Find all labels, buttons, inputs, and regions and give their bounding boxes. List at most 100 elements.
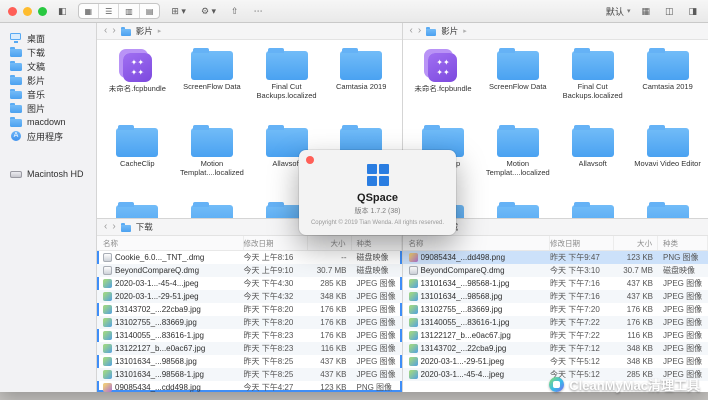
share-button[interactable]: ⇧	[228, 6, 242, 17]
forward-button[interactable]: ›	[418, 26, 421, 36]
back-button[interactable]: ‹	[410, 26, 413, 36]
column-header-name[interactable]: 名称	[403, 236, 551, 250]
breadcrumb[interactable]: 下载	[136, 221, 153, 233]
more-button[interactable]: ⋯	[251, 6, 266, 17]
file-row[interactable]: Cookie_6.0..._TNT_.dmg 今天 上午8:16 -- 磁盘映像	[97, 251, 402, 264]
grid-item[interactable]: Camtasia 2019	[630, 45, 705, 118]
file-kind: JPEG 图像	[658, 303, 708, 316]
sidebar-item-documents[interactable]: 文稿	[0, 59, 96, 73]
file-size: 116 KB	[308, 342, 352, 355]
sidebar-item-icon	[10, 33, 22, 43]
list-view-button[interactable]: ☰	[99, 4, 119, 18]
file-row[interactable]: 13101634_...98568-1.jpg 昨天 下午8:25 437 KB…	[97, 368, 402, 381]
grid-item[interactable]: CacheClip	[100, 122, 175, 195]
file-kind: JPEG 图像	[352, 329, 402, 342]
file-row[interactable]: 13101634_...98568.jpg 昨天 下午8:25 437 KB J…	[97, 355, 402, 368]
group-by-button[interactable]: ⊞ ▾	[168, 6, 189, 17]
sidebar-item-applications[interactable]: 应用程序	[0, 129, 96, 143]
file-size: 176 KB	[308, 303, 352, 316]
gallery-view-button[interactable]: ▤	[140, 4, 160, 18]
file-row[interactable]: 13101634_...98568.jpg 昨天 下午7:16 437 KB J…	[403, 290, 708, 303]
dialog-close-button[interactable]	[306, 156, 314, 164]
file-row[interactable]: 09085434_...cdd498.jpg 今天 下午4:27 123 KB …	[97, 381, 402, 392]
layout-grid-button[interactable]: ▦	[638, 6, 653, 17]
grid-item[interactable]: Camtasia 2019	[324, 45, 399, 118]
sidebar-item-macdown[interactable]: macdown	[0, 115, 96, 129]
breadcrumb[interactable]: 影片	[136, 25, 153, 37]
file-kind: PNG 图像	[658, 251, 708, 264]
forward-button[interactable]: ›	[112, 222, 115, 232]
grid-item[interactable]	[100, 199, 175, 218]
app-version: 版本 1.7.2 (38)	[355, 206, 401, 216]
grid-item[interactable]: Motion Templat....localized	[175, 122, 250, 195]
sidebar-item-downloads[interactable]: 下载	[0, 45, 96, 59]
column-header-size[interactable]: 大小	[614, 236, 658, 250]
file-row[interactable]: 13101634_...98568-1.jpg 昨天 下午7:16 437 KB…	[403, 277, 708, 290]
panel-toggle-button[interactable]: ◨	[685, 6, 700, 17]
sidebar-item-movies[interactable]: 影片	[0, 73, 96, 87]
file-row[interactable]: 09085434_...dd498.png 昨天 下午9:47 123 KB P…	[403, 251, 708, 264]
grid-item[interactable]	[555, 199, 630, 218]
watermark-text: CleanMyMac清理工具	[569, 375, 700, 394]
sidebar-item-label: 文稿	[27, 60, 45, 73]
file-row[interactable]: 13143702_...22cba9.jpg 昨天 下午7:12 348 KB …	[403, 342, 708, 355]
desktop: ◧ ▦☰▥▤ ⊞ ▾⚙ ▾⇧⋯ 默认 ▾ ▦◫◨	[0, 0, 708, 400]
chevron-down-icon: ▾	[627, 7, 631, 15]
grid-item[interactable]: Allavsoft	[555, 122, 630, 195]
file-row[interactable]: 2020-03-1...-29-51.jpeg 今天 下午5:12 348 KB…	[403, 355, 708, 368]
file-type-icon	[103, 344, 112, 353]
grid-item[interactable]: Final Cut Backups.localized	[555, 45, 630, 118]
file-row[interactable]: 2020-03-1...-45-4...jpeg 今天 下午4:30 285 K…	[97, 277, 402, 290]
back-button[interactable]: ‹	[104, 26, 107, 36]
minimize-button[interactable]	[23, 7, 32, 16]
action-menu-button[interactable]: ⚙ ▾	[198, 6, 219, 17]
grid-item[interactable]: Movavi Video Editor	[630, 122, 705, 195]
grid-item[interactable]: 未命名.fcpbundle	[406, 45, 481, 118]
grid-item[interactable]: ScreenFlow Data	[175, 45, 250, 118]
folder-icon	[266, 51, 308, 80]
layout-split-button[interactable]: ◫	[662, 6, 677, 17]
file-row[interactable]: 13143702_...22cba9.jpg 昨天 下午8:20 176 KB …	[97, 303, 402, 316]
sidebar-item-desktop[interactable]: 桌面	[0, 31, 96, 45]
file-type-icon	[409, 266, 418, 275]
sidebar-item-macintosh-hd[interactable]: Macintosh HD	[0, 167, 96, 181]
sidebar-item-pictures[interactable]: 图片	[0, 101, 96, 115]
view-preset-dropdown[interactable]: 默认 ▾	[606, 5, 631, 18]
file-row[interactable]: 13122127_b...e0ac67.jpg 昨天 下午7:22 116 KB…	[403, 329, 708, 342]
column-header-kind[interactable]: 种类	[658, 236, 708, 250]
zoom-button[interactable]	[38, 7, 47, 16]
grid-item-label: Final Cut Backups.localized	[252, 83, 322, 100]
column-header-date[interactable]: 修改日期	[550, 236, 614, 250]
breadcrumb[interactable]: 影片	[441, 25, 458, 37]
grid-item[interactable]	[480, 199, 555, 218]
sidebar-toggle-button[interactable]: ◧	[55, 6, 70, 17]
column-header-name[interactable]: 名称	[97, 236, 244, 250]
file-row[interactable]: 13102755_...83669.jpg 昨天 下午8:20 176 KB J…	[97, 316, 402, 329]
column-header-date[interactable]: 修改日期	[244, 236, 308, 250]
sidebar-item-label: Macintosh HD	[27, 169, 84, 179]
sidebar-item-music[interactable]: 音乐	[0, 87, 96, 101]
back-button[interactable]: ‹	[104, 222, 107, 232]
file-row[interactable]: 2020-03-1...-29-51.jpeg 今天 下午4:32 348 KB…	[97, 290, 402, 303]
grid-item[interactable]: 未命名.fcpbundle	[100, 45, 175, 118]
file-row[interactable]: BeyondCompareQ.dmg 今天 下午3:10 30.7 MB 磁盘映…	[403, 264, 708, 277]
file-row[interactable]: 13102755_...83669.jpg 昨天 下午7:20 176 KB J…	[403, 303, 708, 316]
grid-item[interactable]	[630, 199, 705, 218]
file-row[interactable]: 13140055_...83616-1.jpg 昨天 下午7:22 176 KB…	[403, 316, 708, 329]
sidebar: 桌面 下载 文稿	[0, 23, 97, 392]
close-button[interactable]	[8, 7, 17, 16]
grid-item[interactable]: Motion Templat....localized	[480, 122, 555, 195]
column-header-size[interactable]: 大小	[308, 236, 352, 250]
forward-button[interactable]: ›	[112, 26, 115, 36]
icon-view-button[interactable]: ▦	[79, 4, 100, 18]
grid-item[interactable]: Final Cut Backups.localized	[249, 45, 324, 118]
file-row[interactable]: 13122127_b...e0ac67.jpg 昨天 下午8:23 116 KB…	[97, 342, 402, 355]
column-header-kind[interactable]: 种类	[352, 236, 402, 250]
column-view-button[interactable]: ▥	[119, 4, 140, 18]
file-type-icon	[103, 357, 112, 366]
grid-item[interactable]	[175, 199, 250, 218]
file-row[interactable]: 13140055_...83616-1.jpg 昨天 下午8:23 176 KB…	[97, 329, 402, 342]
file-row[interactable]: BeyondCompareQ.dmg 今天 上午9:10 30.7 MB 磁盘映…	[97, 264, 402, 277]
chevron-right-icon: ▸	[463, 27, 467, 35]
grid-item[interactable]: ScreenFlow Data	[480, 45, 555, 118]
